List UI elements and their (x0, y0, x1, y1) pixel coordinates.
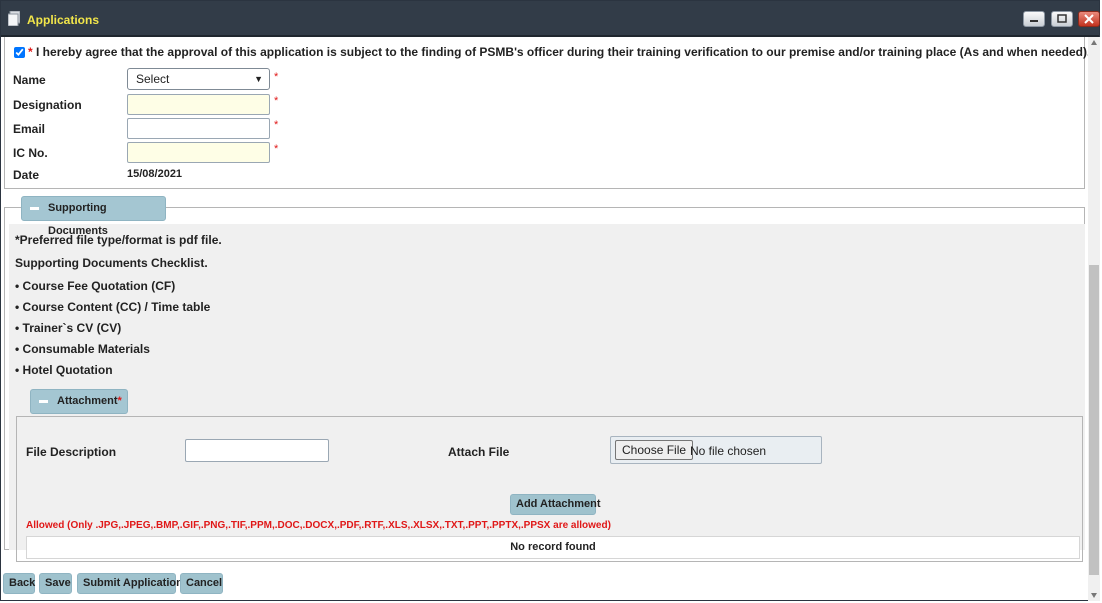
checklist-title: Supporting Documents Checklist. (15, 256, 208, 270)
supporting-documents-legend-label: Supporting Documents (48, 202, 108, 237)
chevron-down-icon: ▼ (254, 74, 263, 84)
allowed-file-types: Allowed (Only .JPG,.JPEG,.BMP,.GIF,.PNG,… (26, 520, 611, 531)
supporting-documents-panel: *Preferred file type/format is pdf file.… (4, 196, 1085, 562)
scroll-down-icon[interactable] (1091, 593, 1097, 598)
applications-window: Applications * I hereby agree that the a… (0, 0, 1100, 601)
file-description-label: File Description (26, 445, 117, 459)
submit-application-button[interactable]: Submit Application (77, 573, 183, 594)
agreement-row: * I hereby agree that the approval of th… (14, 45, 1090, 59)
date-label: Date (13, 168, 40, 182)
form-content: * I hereby agree that the approval of th… (1, 37, 1090, 602)
date-value: 15/08/2021 (127, 168, 183, 180)
email-required-marker: * (274, 119, 279, 131)
preferred-format-note: *Preferred file type/format is pdf file. (15, 233, 222, 247)
choose-file-button[interactable]: Choose File (615, 440, 694, 460)
minimize-icon (1030, 20, 1038, 22)
checklist-item: • Consumable Materials (15, 342, 150, 356)
agreement-checkbox[interactable] (14, 47, 25, 58)
attach-file-label: Attach File (448, 445, 510, 459)
attachment-required-marker: * (117, 395, 122, 407)
attachment-table-empty: No record found (26, 536, 1080, 559)
checklist-item: • Hotel Quotation (15, 363, 113, 377)
email-input[interactable] (127, 118, 270, 139)
title-bar[interactable]: Applications (1, 1, 1100, 37)
attachment-legend[interactable]: Attachment* (30, 389, 128, 414)
attachment-legend-label: Attachment (57, 395, 118, 407)
ic-no-required-marker: * (274, 143, 279, 155)
restore-button[interactable] (1051, 11, 1073, 27)
no-file-chosen-text: No file chosen (690, 444, 767, 458)
designation-label: Designation (13, 98, 82, 112)
supporting-documents-legend[interactable]: Supporting Documents (21, 196, 166, 237)
collapse-icon (30, 207, 39, 210)
name-label: Name (13, 73, 46, 87)
minimize-button[interactable] (1023, 11, 1045, 27)
add-attachment-button[interactable]: Add Attachment (510, 494, 601, 515)
collapse-icon (39, 400, 48, 403)
designation-required-marker: * (274, 95, 279, 107)
required-marker: * (28, 45, 33, 59)
vertical-scrollbar[interactable] (1088, 37, 1100, 601)
back-button[interactable]: Back (3, 573, 35, 594)
checklist-item: • Course Content (CC) / Time table (15, 300, 211, 314)
name-required-marker: * (274, 71, 279, 83)
scroll-up-icon[interactable] (1091, 40, 1097, 45)
declaration-panel: * I hereby agree that the approval of th… (4, 37, 1090, 189)
email-label: Email (13, 122, 46, 136)
name-select-value: Select (136, 72, 170, 86)
ic-no-label: IC No. (13, 146, 48, 160)
name-select[interactable]: Select ▼ (127, 68, 270, 90)
close-icon (1084, 14, 1094, 24)
attachment-panel: File Description Attach File Choose File… (16, 416, 1083, 562)
document-icon (8, 11, 20, 26)
supporting-documents-body: *Preferred file type/format is pdf file.… (9, 224, 1085, 562)
cancel-button[interactable]: Cancel (180, 573, 223, 594)
close-button[interactable] (1078, 11, 1100, 27)
checklist-item: • Course Fee Quotation (CF) (15, 279, 176, 293)
file-description-input[interactable] (185, 439, 329, 462)
save-button[interactable]: Save (39, 573, 72, 594)
file-picker[interactable]: Choose File No file chosen (610, 436, 822, 464)
designation-input[interactable] (127, 94, 270, 115)
window-title: Applications (27, 13, 100, 27)
checklist-item: • Trainer`s CV (CV) (15, 321, 122, 335)
ic-no-input[interactable] (127, 142, 270, 163)
scrollbar-thumb[interactable] (1089, 265, 1099, 575)
restore-icon (1057, 14, 1067, 23)
agreement-text: I hereby agree that the approval of this… (36, 45, 1091, 59)
